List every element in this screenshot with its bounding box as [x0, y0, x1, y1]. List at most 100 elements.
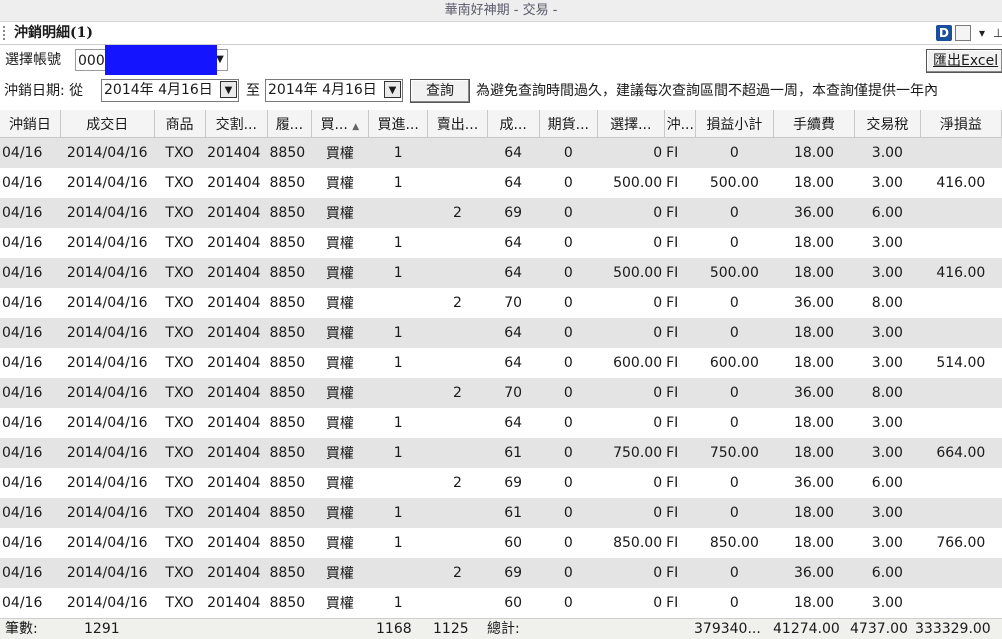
table-row[interactable]: 04/16 2014/04/16 TXO 201404 8850 買權 1 64 0 0 FI 0 18…	[0, 228, 1002, 258]
query-notice: 為避免查詢時間過久，建議每次查詢區間不超過一周，本查詢僅提供一年內	[476, 83, 938, 99]
table-cell: 2014/04/16	[60, 168, 155, 198]
dropdown-arrow-icon[interactable]: ▾	[976, 25, 988, 41]
table-row[interactable]: 04/16 2014/04/16 TXO 201404 8850 買權 1 60 0 0 FI 0 18…	[0, 588, 1002, 618]
table-cell: 0	[597, 288, 665, 318]
table-cell: 0	[695, 468, 774, 498]
table-cell: 416.00	[920, 168, 1002, 198]
column-header[interactable]: 損益小計	[695, 110, 774, 138]
table-cell: 04/16	[0, 348, 61, 378]
table-cell: TXO	[154, 348, 206, 378]
column-header[interactable]: 履...	[267, 110, 312, 138]
table-cell	[368, 468, 428, 498]
table-cell: 201404	[205, 528, 268, 558]
calendar-dropdown-icon[interactable]: ▼	[220, 81, 237, 98]
table-cell: 0	[597, 198, 665, 228]
table-row[interactable]: 04/16 2014/04/16 TXO 201404 8850 買權 2 69 0 0 FI 0 36…	[0, 558, 1002, 588]
column-header[interactable]: 沖...	[664, 110, 696, 138]
column-header[interactable]: 淨損益	[920, 110, 1002, 138]
table-cell: 04/16	[0, 378, 61, 408]
query-button[interactable]: 查詢	[410, 79, 470, 103]
table-cell: 買權	[311, 137, 369, 168]
column-header[interactable]: 賣出...	[427, 110, 488, 138]
table-cell: 69	[487, 558, 540, 588]
column-header[interactable]: 交割...	[205, 110, 269, 138]
table-cell	[427, 528, 488, 558]
table-cell: 8.00	[854, 378, 921, 408]
table-row[interactable]: 04/16 2014/04/16 TXO 201404 8850 買權 1 64 0 600.00…	[0, 348, 1002, 378]
column-header[interactable]: 成交日	[60, 110, 155, 138]
table-row[interactable]: 04/16 2014/04/16 TXO 201404 8850 買權 1 61 0 0 FI 0 18…	[0, 498, 1002, 528]
table-cell: 18.00	[773, 588, 855, 618]
date-from-picker[interactable]: 2014年 4月16日 ▼	[101, 79, 239, 102]
column-header[interactable]: 選擇...	[597, 110, 665, 138]
table-cell: 2014/04/16	[60, 528, 155, 558]
table-cell: FI	[664, 588, 696, 618]
table-cell: 201404	[205, 588, 268, 618]
table-cell: 04/16	[0, 198, 61, 228]
settlement-grid[interactable]: 沖銷日 成交日 商品 交割... 履... 買... ▲ 買進... 賣出...…	[0, 110, 1002, 618]
table-row[interactable]: 04/16 2014/04/16 TXO 201404 8850 買權 1 64 0 0 FI 0 18…	[0, 408, 1002, 438]
table-cell: 8850	[267, 378, 312, 408]
column-header[interactable]: 成...	[487, 110, 540, 138]
column-header[interactable]: 期貨...	[539, 110, 598, 138]
pin-icon[interactable]: ⊥	[993, 25, 1002, 41]
table-row[interactable]: 04/16 2014/04/16 TXO 201404 8850 買權 1 64 0 0 FI 0 18…	[0, 137, 1002, 168]
table-cell: 04/16	[0, 288, 61, 318]
column-header[interactable]: 交易稅	[854, 110, 921, 138]
column-header[interactable]: 沖銷日	[0, 110, 61, 138]
table-cell: 買權	[311, 588, 369, 618]
table-row[interactable]: 04/16 2014/04/16 TXO 201404 8850 買權 2 70 0 0 FI 0 36…	[0, 288, 1002, 318]
table-cell: 0	[597, 588, 665, 618]
table-cell: 18.00	[773, 137, 855, 168]
column-header[interactable]: 手續費	[773, 110, 856, 138]
table-row[interactable]: 04/16 2014/04/16 TXO 201404 8850 買權 1 64 0 500.00…	[0, 168, 1002, 198]
column-header-sorted[interactable]: 買... ▲	[311, 110, 369, 138]
table-row[interactable]: 04/16 2014/04/16 TXO 201404 8850 買權 1 60 0 850.00…	[0, 528, 1002, 558]
account-value: 000	[78, 53, 105, 69]
table-cell: 04/16	[0, 137, 61, 168]
table-cell: 1	[368, 588, 428, 618]
table-cell: 3.00	[854, 258, 921, 288]
table-cell: FI	[664, 258, 696, 288]
table-cell	[920, 198, 1002, 228]
table-cell: 201404	[205, 408, 268, 438]
calendar-dropdown-icon[interactable]: ▼	[384, 81, 401, 98]
table-cell: 0	[695, 378, 774, 408]
account-label: 選擇帳號	[5, 52, 61, 68]
table-cell: 0	[539, 288, 598, 318]
table-cell: 04/16	[0, 408, 61, 438]
table-cell: 8.00	[854, 288, 921, 318]
table-cell: 2014/04/16	[60, 468, 155, 498]
column-header[interactable]: 商品	[154, 110, 206, 138]
export-excel-button[interactable]: 匯出Excel	[926, 49, 1002, 73]
table-cell: 61	[487, 438, 540, 468]
grip-icon[interactable]	[3, 26, 7, 40]
table-cell: FI	[664, 498, 696, 528]
table-cell: 514.00	[920, 348, 1002, 378]
table-row[interactable]: 04/16 2014/04/16 TXO 201404 8850 買權 2 70 0 0 FI 0 36…	[0, 378, 1002, 408]
table-cell: 0	[695, 558, 774, 588]
table-cell: 買權	[311, 558, 369, 588]
table-cell: 2014/04/16	[60, 438, 155, 468]
table-cell: 64	[487, 258, 540, 288]
d-icon[interactable]: D	[936, 25, 952, 41]
table-row[interactable]: 04/16 2014/04/16 TXO 201404 8850 買權 2 69 0 0 FI 0 36…	[0, 468, 1002, 498]
table-cell: 買權	[311, 288, 369, 318]
table-row[interactable]: 04/16 2014/04/16 TXO 201404 8850 買權 1 64 0 0 FI 0 18…	[0, 318, 1002, 348]
summary-footer: 筆數: 1291 1168 1125 總計: 379340... 41274.0…	[0, 618, 1002, 639]
table-row[interactable]: 04/16 2014/04/16 TXO 201404 8850 買權 1 64 0 500.00…	[0, 258, 1002, 288]
table-cell: 2014/04/16	[60, 498, 155, 528]
column-header[interactable]: 買進...	[368, 110, 429, 138]
table-row[interactable]: 04/16 2014/04/16 TXO 201404 8850 買權 2 69 0 0 FI 0 36…	[0, 198, 1002, 228]
document-icon[interactable]	[955, 25, 971, 41]
table-cell: 0	[539, 438, 598, 468]
date-to-picker[interactable]: 2014年 4月16日 ▼	[265, 79, 403, 102]
table-cell: 0	[597, 408, 665, 438]
table-cell: 2014/04/16	[60, 588, 155, 618]
fee-total: 41274.00	[773, 621, 840, 637]
table-cell: 2014/04/16	[60, 318, 155, 348]
table-row[interactable]: 04/16 2014/04/16 TXO 201404 8850 買權 1 61 0 750.00…	[0, 438, 1002, 468]
table-cell: 3.00	[854, 528, 921, 558]
table-cell: 8850	[267, 168, 312, 198]
table-cell: 416.00	[920, 258, 1002, 288]
